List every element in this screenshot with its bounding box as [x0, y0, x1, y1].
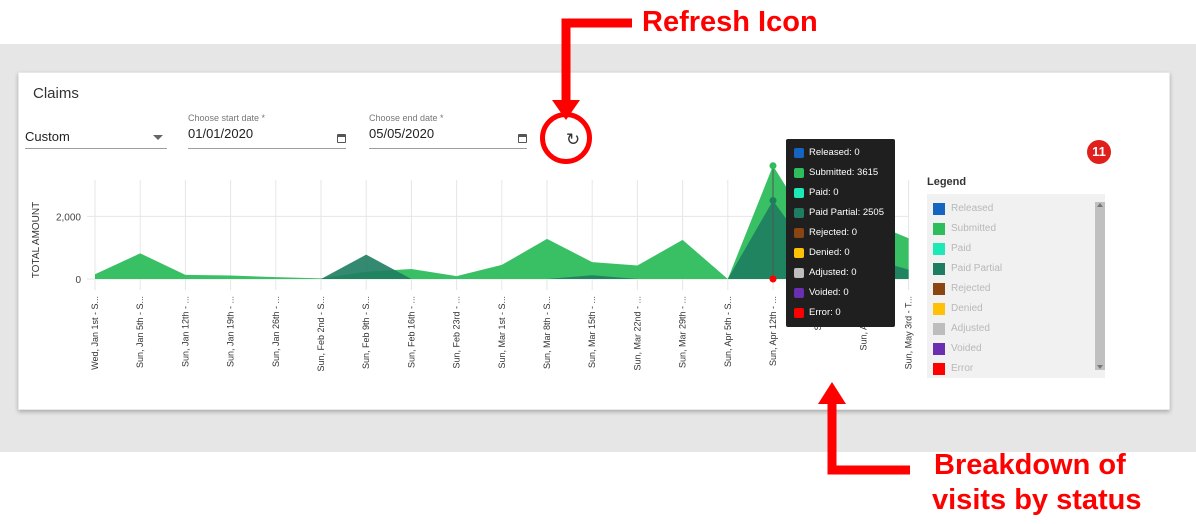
background-shadow-bottom	[0, 408, 1196, 452]
background-shadow-top	[0, 44, 1196, 74]
scroll-down-icon[interactable]	[1097, 365, 1103, 369]
chart-legend: Legend Released Submitted Paid Paid Part…	[927, 176, 1107, 378]
tooltip-swatch	[794, 308, 804, 318]
legend-list[interactable]: Released Submitted Paid Paid Partial Rej…	[927, 194, 1105, 378]
tooltip-text: Voided: 0	[809, 287, 849, 298]
calendar-icon[interactable]	[337, 134, 346, 143]
tooltip-text: Error: 0	[809, 307, 841, 318]
tooltip-text: Released: 0	[809, 147, 860, 158]
claims-card: Claims Custom Choose start date * 01/01/…	[18, 72, 1170, 410]
legend-label: Error	[951, 363, 974, 374]
legend-swatch	[933, 323, 945, 335]
refresh-annotation-label: Refresh Icon	[642, 6, 818, 38]
tooltip-swatch	[794, 228, 804, 238]
legend-label: Voided	[951, 343, 982, 354]
chevron-down-icon[interactable]	[153, 135, 163, 140]
tooltip-swatch	[794, 268, 804, 278]
tooltip-swatch	[794, 188, 804, 198]
tooltip-text: Rejected: 0	[809, 227, 858, 238]
tooltip-text: Adjusted: 0	[809, 267, 857, 278]
breakdown-annotation-line1: Breakdown of	[934, 449, 1126, 481]
breakdown-annotation-line2: visits by status	[932, 484, 1142, 516]
legend-label: Paid Partial	[951, 263, 1003, 274]
end-date-value[interactable]: 05/05/2020	[369, 126, 527, 141]
legend-swatch	[933, 223, 945, 235]
start-date-field[interactable]: Choose start date * 01/01/2020	[188, 113, 346, 149]
legend-swatch	[933, 283, 945, 295]
start-date-label: Choose start date *	[188, 113, 266, 123]
notification-badge: 11	[1087, 140, 1111, 164]
tooltip-swatch	[794, 148, 804, 158]
legend-label: Denied	[951, 303, 983, 314]
start-date-value[interactable]: 01/01/2020	[188, 126, 346, 141]
tooltip-text: Submitted: 3615	[809, 167, 879, 178]
background-shadow-left	[0, 74, 18, 408]
legend-swatch	[933, 363, 945, 375]
tooltip-swatch	[794, 208, 804, 218]
legend-title: Legend	[927, 176, 967, 188]
legend-scrollbar[interactable]	[1095, 202, 1105, 370]
card-title: Claims	[33, 85, 79, 102]
tooltip-text: Paid Partial: 2505	[809, 207, 884, 218]
calendar-icon[interactable]	[518, 134, 527, 143]
legend-label: Released	[951, 203, 994, 214]
end-date-field[interactable]: Choose end date * 05/05/2020	[369, 113, 527, 149]
legend-swatch	[933, 263, 945, 275]
tooltip-swatch	[794, 288, 804, 298]
status-tooltip: Released: 0 Submitted: 3615 Paid: 0 Paid…	[786, 139, 895, 327]
legend-swatch	[933, 203, 945, 215]
range-select[interactable]: Custom	[25, 123, 167, 149]
legend-swatch	[933, 343, 945, 355]
legend-label: Rejected	[951, 283, 991, 294]
background-shadow-right	[1168, 74, 1196, 408]
end-date-label: Choose end date *	[369, 113, 444, 123]
scroll-up-icon[interactable]	[1097, 203, 1103, 207]
tooltip-text: Paid: 0	[809, 187, 839, 198]
legend-swatch	[933, 243, 945, 255]
legend-swatch	[933, 303, 945, 315]
legend-label: Adjusted	[951, 323, 990, 334]
legend-label: Paid	[951, 243, 972, 254]
range-select-value: Custom	[25, 129, 70, 144]
tooltip-text: Denied: 0	[809, 247, 850, 258]
legend-label: Submitted	[951, 223, 997, 234]
tooltip-swatch	[794, 168, 804, 178]
refresh-highlight-circle	[540, 112, 592, 164]
tooltip-swatch	[794, 248, 804, 258]
